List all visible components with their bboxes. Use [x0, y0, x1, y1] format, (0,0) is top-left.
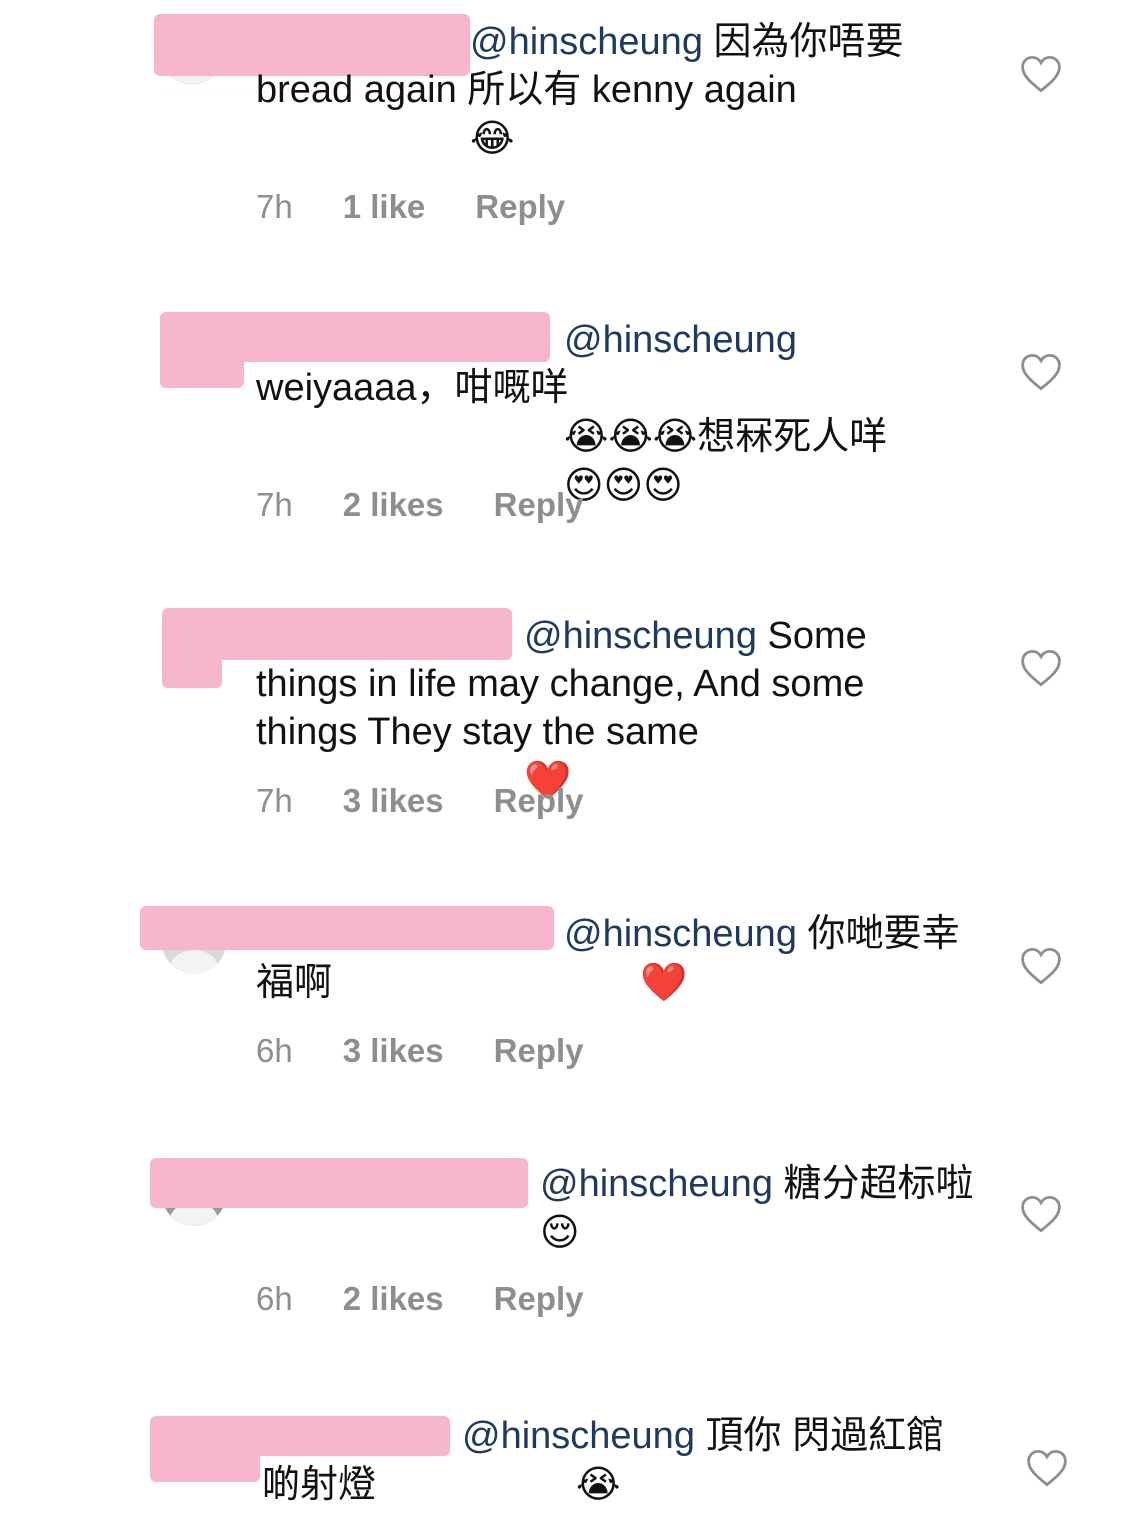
comment-meta: 7h 2 likes Reply — [256, 486, 584, 524]
redacted-avatar — [160, 330, 244, 388]
likes-count[interactable]: 3 likes — [343, 1032, 444, 1070]
timestamp: 7h — [256, 188, 293, 225]
timestamp: 7h — [256, 486, 293, 523]
redacted-avatar — [150, 1430, 260, 1482]
comment-body: 糖分超标啦 — [772, 1163, 974, 1205]
comment-meta: 7h 1 like Reply — [256, 188, 565, 226]
mention-link[interactable]: @hinscheung — [564, 319, 797, 361]
comment-body-continued: 想冧死人咩 — [697, 416, 888, 458]
mention-link[interactable]: @hinscheung — [470, 21, 703, 63]
reply-button[interactable]: Reply — [494, 1032, 584, 1070]
crying-emoji: 😭 — [576, 1462, 621, 1506]
laughing-emoji: 😂 — [470, 116, 515, 160]
likes-count[interactable]: 3 likes — [343, 782, 444, 820]
timestamp: 6h — [256, 1032, 293, 1069]
comment-text: @hinscheung weiyaaaa，咁嘅咩😭😭😭想冧死人咩😍😍😍 — [256, 316, 976, 510]
heart-icon[interactable] — [1020, 1194, 1062, 1234]
comment-text: @hinscheung Some things in life may chan… — [256, 612, 976, 805]
red-heart-emoji: ❤️ — [640, 960, 688, 1004]
likes-count[interactable]: 2 likes — [343, 486, 444, 524]
comment-text: @hinscheung 你哋要幸福啊 ❤️ — [256, 910, 976, 1007]
mention-link[interactable]: @hinscheung — [462, 1415, 695, 1457]
heart-icon[interactable] — [1020, 946, 1062, 986]
reply-button[interactable]: Reply — [494, 486, 584, 524]
reply-button[interactable]: Reply — [494, 1280, 584, 1318]
heart-icon[interactable] — [1020, 352, 1062, 392]
mention-link[interactable]: @hinscheung — [564, 913, 797, 955]
comment-text: @hinscheung 因為你唔要bread again 所以有 kenny a… — [256, 18, 976, 163]
reply-button[interactable]: Reply — [475, 188, 565, 226]
likes-count[interactable]: 1 like — [343, 188, 426, 226]
crying-emoji: 😭😭😭 — [564, 414, 698, 458]
comment-meta: 7h 3 likes Reply — [256, 782, 584, 820]
comment-meta: 6h 2 likes Reply — [256, 1280, 584, 1318]
heart-icon[interactable] — [1026, 1448, 1068, 1488]
mention-link[interactable]: @hinscheung — [524, 615, 757, 657]
comment-text: @hinscheung 頂你 閃過紅館啲射燈 😭 — [262, 1412, 982, 1509]
relieved-face-emoji: 😌 — [540, 1210, 580, 1254]
redacted-avatar — [162, 626, 222, 688]
timestamp: 7h — [256, 782, 293, 819]
heart-icon[interactable] — [1020, 54, 1062, 94]
reply-button[interactable]: Reply — [494, 782, 584, 820]
comment-meta: 6h 3 likes Reply — [256, 1032, 584, 1070]
likes-count[interactable]: 2 likes — [343, 1280, 444, 1318]
comment-body: weiyaaaa，咁嘅咩 — [256, 367, 569, 409]
timestamp: 6h — [256, 1280, 293, 1317]
heart-icon[interactable] — [1020, 648, 1062, 688]
mention-link[interactable]: @hinscheung — [540, 1163, 773, 1205]
comment-text: @hinscheung 糖分超标啦 😌 — [256, 1160, 976, 1257]
